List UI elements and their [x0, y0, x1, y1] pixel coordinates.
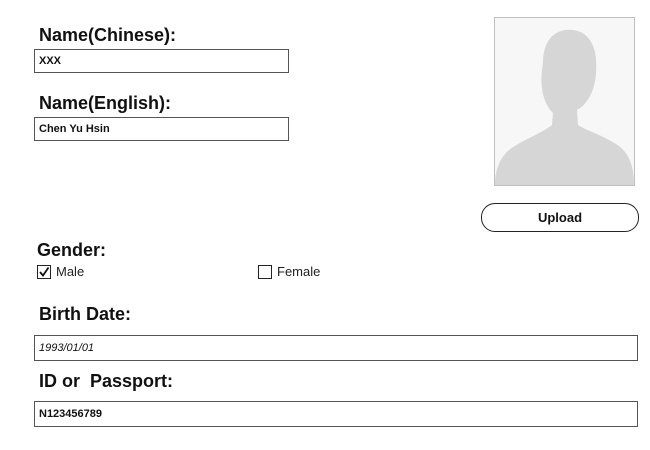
gender-option-female[interactable]: Female: [258, 264, 320, 279]
female-label: Female: [277, 264, 321, 279]
gender-option-male[interactable]: Male: [37, 264, 84, 279]
male-checkbox[interactable]: [37, 264, 51, 279]
id-passport-label: ID or Passport:: [39, 371, 174, 391]
person-silhouette-icon: [495, 29, 634, 185]
gender-label: Gender:: [37, 240, 107, 260]
photo-placeholder: [494, 17, 635, 186]
birth-date-field[interactable]: 1993/01/01: [34, 335, 638, 361]
upload-button[interactable]: Upload: [481, 203, 639, 232]
id-passport-field[interactable]: N123456789: [34, 401, 638, 427]
name-english-field[interactable]: Chen Yu Hsin: [34, 117, 289, 141]
birth-date-label: Birth Date:: [39, 304, 132, 324]
checkmark-icon: [39, 266, 50, 277]
name-english-label: Name(English):: [39, 93, 172, 113]
male-label: Male: [56, 264, 85, 279]
female-checkbox[interactable]: [258, 264, 272, 279]
name-chinese-field[interactable]: XXX: [34, 49, 289, 73]
name-chinese-label: Name(Chinese):: [39, 25, 177, 45]
